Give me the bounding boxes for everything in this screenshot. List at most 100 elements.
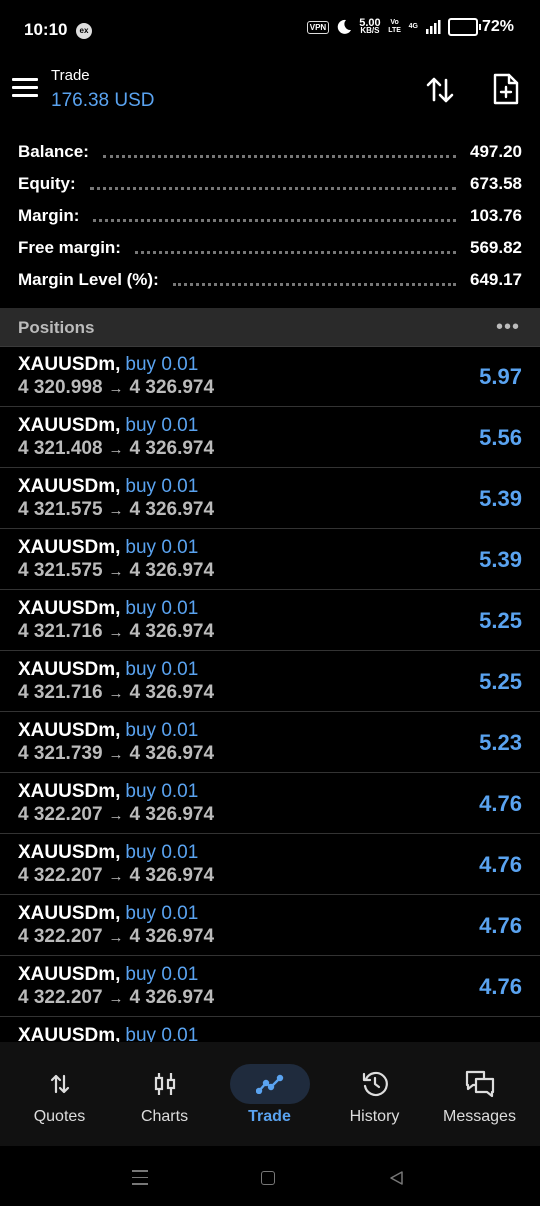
arrow-right-icon: →: [108, 685, 124, 702]
new-order-icon[interactable]: [491, 72, 521, 106]
current-price: 4 326.974: [129, 926, 215, 947]
arrow-right-icon: →: [108, 441, 124, 458]
battery-icon: [447, 18, 481, 36]
status-indicators: VPN 5.00 KB/S Vo LTE 4G 72%: [306, 18, 514, 36]
position-row[interactable]: XAUUSDm, buy 0.01 4 322.207 → 4 326.974 4.76: [0, 834, 540, 895]
position-symbol-line: XAUUSDm, buy 0.01: [18, 964, 198, 986]
position-row[interactable]: XAUUSDm, buy 0.01 4 321.716 → 4 326.974 5.25: [0, 651, 540, 712]
position-row[interactable]: XAUUSDm, buy 0.01 4 322.207 → 4 326.974 4.76: [0, 773, 540, 834]
position-prices: 4 320.998 → 4 326.974: [18, 377, 214, 399]
summary-row-margin: Margin: 103.76: [0, 200, 540, 232]
summary-row-equity: Equity: 673.58: [0, 168, 540, 200]
position-row[interactable]: XAUUSDm, buy 0.01 4 321.716 → 4 326.974 5.25: [0, 590, 540, 651]
candlestick-icon: [112, 1062, 217, 1106]
summary-label: Margin:: [18, 206, 80, 225]
position-symbol: XAUUSDm,: [18, 476, 121, 497]
position-row[interactable]: XAUUSDm, buy 0.01 4 321.408 → 4 326.974 5.56: [0, 407, 540, 468]
moon-icon: [337, 19, 352, 34]
position-profit: 5.23: [479, 730, 522, 755]
more-options-icon[interactable]: •••: [496, 316, 520, 339]
messages-icon: [427, 1062, 532, 1106]
position-symbol: XAUUSDm,: [18, 598, 121, 619]
current-price: 4 326.974: [129, 438, 215, 459]
current-price: 4 326.974: [129, 682, 215, 703]
nav-history[interactable]: History: [322, 1062, 427, 1126]
position-symbol-line: XAUUSDm, buy 0.01: [18, 659, 198, 681]
position-symbol: XAUUSDm,: [18, 659, 121, 680]
header-balance: 176.38 USD: [51, 90, 155, 111]
nav-charts[interactable]: Charts: [112, 1062, 217, 1126]
position-row[interactable]: XAUUSDm, buy 0.01 4 320.998 → 4 326.974 5.97: [0, 346, 540, 407]
positions-header: Positions •••: [0, 308, 540, 347]
open-price: 4 321.716: [18, 682, 103, 703]
position-symbol: XAUUSDm,: [18, 1025, 121, 1042]
arrow-right-icon: →: [108, 929, 124, 946]
arrow-right-icon: →: [108, 380, 124, 397]
positions-list: XAUUSDm, buy 0.01 4 320.998 → 4 326.974 5.97 X…: [0, 346, 540, 1042]
position-direction: buy 0.01: [125, 964, 199, 985]
nav-label: Trade: [248, 1108, 291, 1125]
position-symbol-line: XAUUSDm, buy 0.01: [18, 476, 198, 498]
nav-quotes[interactable]: Quotes: [7, 1062, 112, 1126]
position-direction: buy 0.01: [125, 842, 199, 863]
position-row[interactable]: XAUUSDm, buy 0.01 4 322.207 → 4 326.974 4.76: [0, 895, 540, 956]
position-profit: 5.25: [479, 608, 522, 633]
sort-arrows-icon[interactable]: [424, 74, 456, 106]
battery-indicator: 72%: [447, 18, 514, 36]
summary-value: 497.20: [470, 142, 522, 161]
position-symbol-line: XAUUSDm, buy 0.01: [18, 354, 198, 376]
position-direction: buy 0.01: [125, 1025, 199, 1042]
position-symbol-line: XAUUSDm, buy 0.01: [18, 720, 198, 742]
system-navigation-bar: [0, 1146, 540, 1206]
current-price: 4 326.974: [129, 560, 215, 581]
position-symbol: XAUUSDm,: [18, 964, 121, 985]
page-title: Trade: [51, 67, 90, 84]
position-symbol-line: XAUUSDm, buy 0.01: [18, 598, 198, 620]
summary-value: 103.76: [470, 206, 522, 225]
position-symbol: XAUUSDm,: [18, 842, 121, 863]
position-symbol: XAUUSDm,: [18, 720, 121, 741]
position-prices: 4 321.408 → 4 326.974: [18, 438, 214, 460]
menu-icon[interactable]: [12, 78, 38, 100]
dotted-leader: [93, 218, 456, 222]
position-row[interactable]: XAUUSDm, buy 0.01 4 321.575 → 4 326.974 5.39: [0, 468, 540, 529]
open-price: 4 322.207: [18, 926, 103, 947]
trade-trend-icon: [255, 1074, 283, 1094]
position-row[interactable]: XAUUSDm, buy 0.01 4 322.207 → 4 326.974 4.76: [0, 956, 540, 1017]
position-row[interactable]: XAUUSDm, buy 0.01 4 321.739 → 4 326.974 5.23: [0, 712, 540, 773]
home-icon[interactable]: [261, 1171, 275, 1185]
position-direction: buy 0.01: [125, 415, 199, 436]
back-icon[interactable]: [388, 1170, 404, 1186]
position-direction: buy 0.01: [125, 476, 199, 497]
quotes-icon: [7, 1062, 112, 1106]
position-profit: 4.76: [479, 974, 522, 999]
summary-row-balance: Balance: 497.20: [0, 136, 540, 168]
arrow-right-icon: →: [108, 502, 124, 519]
position-symbol-line: XAUUSDm, buy 0.01: [18, 415, 198, 437]
position-symbol-line: XAUUSDm, buy 0.01: [18, 1025, 198, 1042]
position-row[interactable]: XAUUSDm, buy 0.01 4 321.575 → 4 326.974 5.39: [0, 529, 540, 590]
recent-apps-icon[interactable]: [132, 1170, 148, 1190]
position-prices: 4 321.575 → 4 326.974: [18, 560, 214, 582]
position-symbol-line: XAUUSDm, buy 0.01: [18, 537, 198, 559]
position-direction: buy 0.01: [125, 720, 199, 741]
summary-label: Free margin:: [18, 238, 121, 257]
dotted-leader: [102, 154, 456, 158]
account-summary: Balance: 497.20 Equity: 673.58 Margin: 1…: [0, 136, 540, 296]
position-prices: 4 321.739 → 4 326.974: [18, 743, 214, 765]
signal-icon: [425, 20, 441, 34]
position-prices: 4 322.207 → 4 326.974: [18, 804, 214, 826]
nav-trade[interactable]: Trade: [217, 1062, 322, 1126]
position-symbol: XAUUSDm,: [18, 903, 121, 924]
open-price: 4 321.716: [18, 621, 103, 642]
position-symbol-line: XAUUSDm, buy 0.01: [18, 903, 198, 925]
position-profit: 5.56: [479, 425, 522, 450]
summary-value: 649.17: [470, 270, 522, 289]
positions-title: Positions: [18, 318, 95, 337]
current-price: 4 326.974: [129, 804, 215, 825]
position-prices: 4 321.575 → 4 326.974: [18, 499, 214, 521]
position-row[interactable]: XAUUSDm, buy 0.01: [0, 1017, 540, 1042]
nav-messages[interactable]: Messages: [427, 1062, 532, 1126]
arrow-right-icon: →: [108, 624, 124, 641]
position-direction: buy 0.01: [125, 659, 199, 680]
